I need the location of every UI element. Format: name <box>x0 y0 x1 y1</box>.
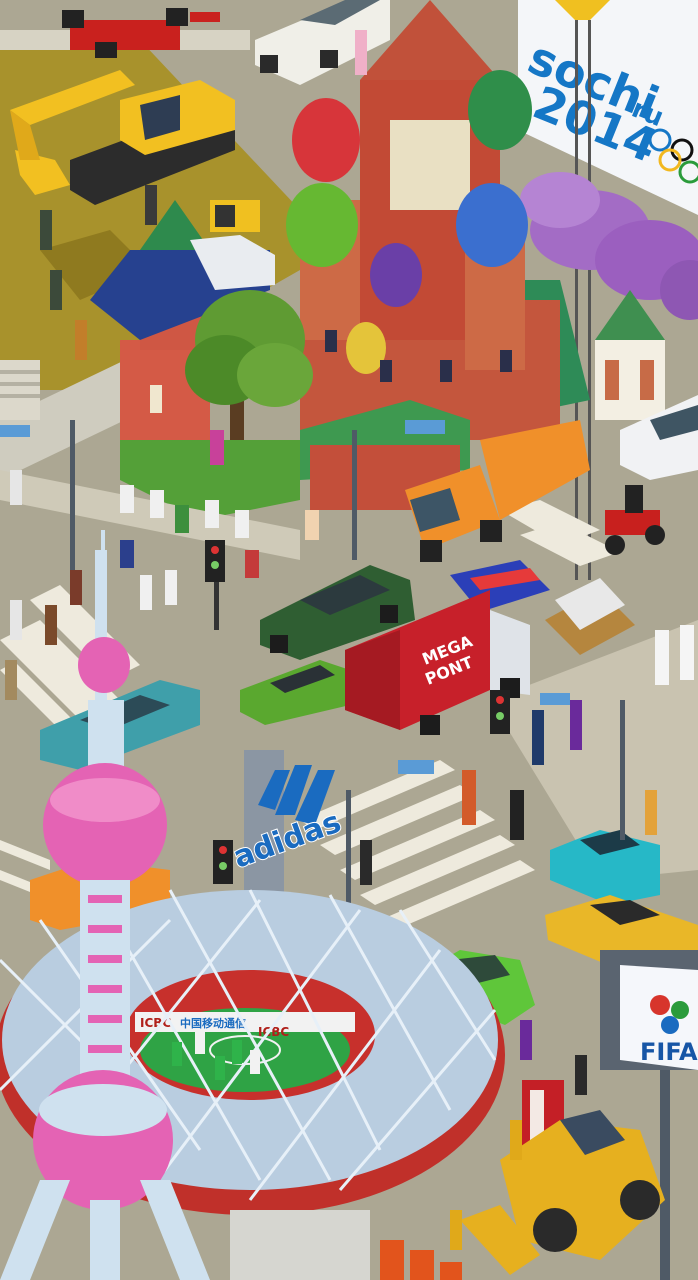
stacked-slabs <box>0 360 40 420</box>
dome-blue-white <box>456 183 528 267</box>
pixel-city-scene: sochi 2014 ru MEGA PONT adidas FIFA ICBC… <box>0 0 698 1280</box>
traffic-light-3 <box>490 690 510 734</box>
fifa-label: FIFA <box>640 1038 698 1066</box>
chinese-banner: 中国移动通信 <box>180 1016 246 1030</box>
dome-purple <box>370 243 422 307</box>
dome-red-white <box>292 98 360 182</box>
dome-green-stripe <box>286 183 358 267</box>
dome-green-red <box>468 70 532 150</box>
yellow-generator <box>210 200 260 232</box>
